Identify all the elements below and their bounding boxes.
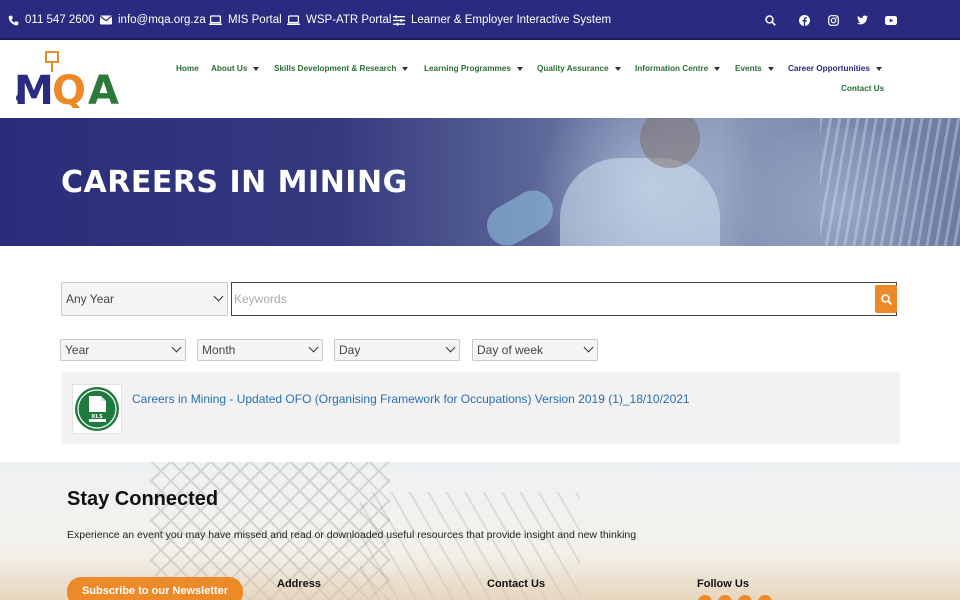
nav-home-label: Home <box>176 64 199 73</box>
nav-contact-us-label: Contact Us <box>841 84 885 93</box>
month-select-value: Month <box>202 343 236 357</box>
twitter-icon[interactable] <box>855 13 869 27</box>
keywords-input[interactable]: Keywords <box>231 282 897 316</box>
follow-us-heading: Follow Us <box>697 578 749 590</box>
chevron-down-icon <box>875 66 882 71</box>
year-select-value: Year <box>65 343 90 357</box>
svg-text:M: M <box>14 68 54 108</box>
chevron-down-icon <box>445 342 456 353</box>
envelope-icon <box>100 15 112 25</box>
stay-connected-heading: Stay Connected <box>67 488 219 510</box>
top-bar: 011 547 2600 info@mqa.org.za MIS Portal … <box>0 0 960 40</box>
keywords-placeholder: Keywords <box>234 292 287 306</box>
learner-system-label: Learner & Employer Interactive System <box>411 14 612 26</box>
nav-skills-development-label: Skills Development & Research <box>274 64 397 73</box>
hero-photo-figure <box>820 118 960 246</box>
year-select[interactable]: Year <box>60 339 186 361</box>
list-item <box>61 372 900 444</box>
any-year-select[interactable]: Any Year <box>61 282 228 316</box>
nav-quality-assurance-label: Quality Assurance <box>537 64 609 73</box>
nav-contact-us[interactable]: Contact Us <box>841 84 884 93</box>
facebook-icon[interactable] <box>797 13 811 27</box>
mis-portal-label: MIS Portal <box>228 14 282 26</box>
wsp-portal-link[interactable]: WSP-ATR Portal <box>287 12 391 28</box>
chevron-down-icon <box>171 342 182 353</box>
nav-about-us[interactable]: About Us <box>211 64 260 73</box>
contact-us-heading: Contact Us <box>487 578 546 590</box>
chevron-down-icon <box>402 66 409 71</box>
stay-connected-text: Experience an event you may have missed … <box>67 529 637 541</box>
nav-skills-development[interactable]: Skills Development & Research <box>274 64 409 73</box>
address-heading: Address <box>277 578 322 590</box>
nav-events-label: Events <box>735 64 762 73</box>
email-address: info@mqa.org.za <box>118 14 206 26</box>
phone-number: 011 547 2600 <box>25 14 95 26</box>
excel-file-icon[interactable]: XLS <box>72 384 122 434</box>
search-button[interactable] <box>875 285 897 313</box>
site-header: M Q A Home About Us Skills Development &… <box>0 40 960 118</box>
result-link[interactable]: Careers in Mining - Updated OFO (Organis… <box>132 392 690 406</box>
month-select[interactable]: Month <box>197 339 323 361</box>
chevron-down-icon <box>516 66 523 71</box>
nav-information-centre[interactable]: Information Centre <box>635 64 721 73</box>
laptop-icon <box>209 14 222 25</box>
chevron-down-icon <box>213 291 224 302</box>
chevron-down-icon <box>614 66 621 71</box>
nav-home[interactable]: Home <box>176 64 199 73</box>
nav-information-centre-label: Information Centre <box>635 64 709 73</box>
mis-portal-link[interactable]: MIS Portal <box>209 12 282 28</box>
nav-about-us-label: About Us <box>211 64 248 73</box>
nav-career-opportunities[interactable]: Career Opportunities <box>788 64 882 73</box>
day-of-week-select[interactable]: Day of week <box>472 339 598 361</box>
learner-system-link[interactable]: Learner & Employer Interactive System <box>393 12 611 28</box>
svg-text:Q: Q <box>52 68 86 108</box>
svg-text:A: A <box>88 68 119 108</box>
phone-link[interactable]: 011 547 2600 <box>8 12 95 28</box>
nav-quality-assurance[interactable]: Quality Assurance <box>537 64 621 73</box>
hero-photo-figure <box>560 158 720 246</box>
day-select[interactable]: Day <box>334 339 460 361</box>
day-of-week-select-value: Day of week <box>477 343 544 357</box>
nav-learning-programmes[interactable]: Learning Programmes <box>424 64 523 73</box>
laptop-icon <box>287 14 300 25</box>
nav-events[interactable]: Events <box>735 64 774 73</box>
search-icon <box>880 293 892 305</box>
search-icon[interactable] <box>763 13 777 27</box>
sliders-icon <box>393 14 405 26</box>
nav-learning-programmes-label: Learning Programmes <box>424 64 511 73</box>
phone-icon <box>8 15 19 25</box>
mqa-logo[interactable]: M Q A <box>14 50 126 108</box>
subscribe-newsletter-button[interactable]: Subscribe to our Newsletter <box>67 577 243 600</box>
chevron-down-icon <box>308 342 319 353</box>
chevron-down-icon <box>253 66 260 71</box>
chevron-down-icon <box>583 342 594 353</box>
chevron-down-icon <box>767 66 774 71</box>
nav-career-opportunities-label: Career Opportunities <box>788 64 870 73</box>
file-type-label: XLS <box>91 414 103 420</box>
chevron-down-icon <box>714 66 721 71</box>
instagram-icon[interactable] <box>826 13 840 27</box>
page-title: CAREERS IN MINING <box>61 165 408 200</box>
wsp-portal-label: WSP-ATR Portal <box>306 14 392 26</box>
any-year-value: Any Year <box>66 292 115 306</box>
youtube-icon[interactable] <box>884 13 898 27</box>
email-link[interactable]: info@mqa.org.za <box>100 12 206 28</box>
day-select-value: Day <box>339 343 361 357</box>
